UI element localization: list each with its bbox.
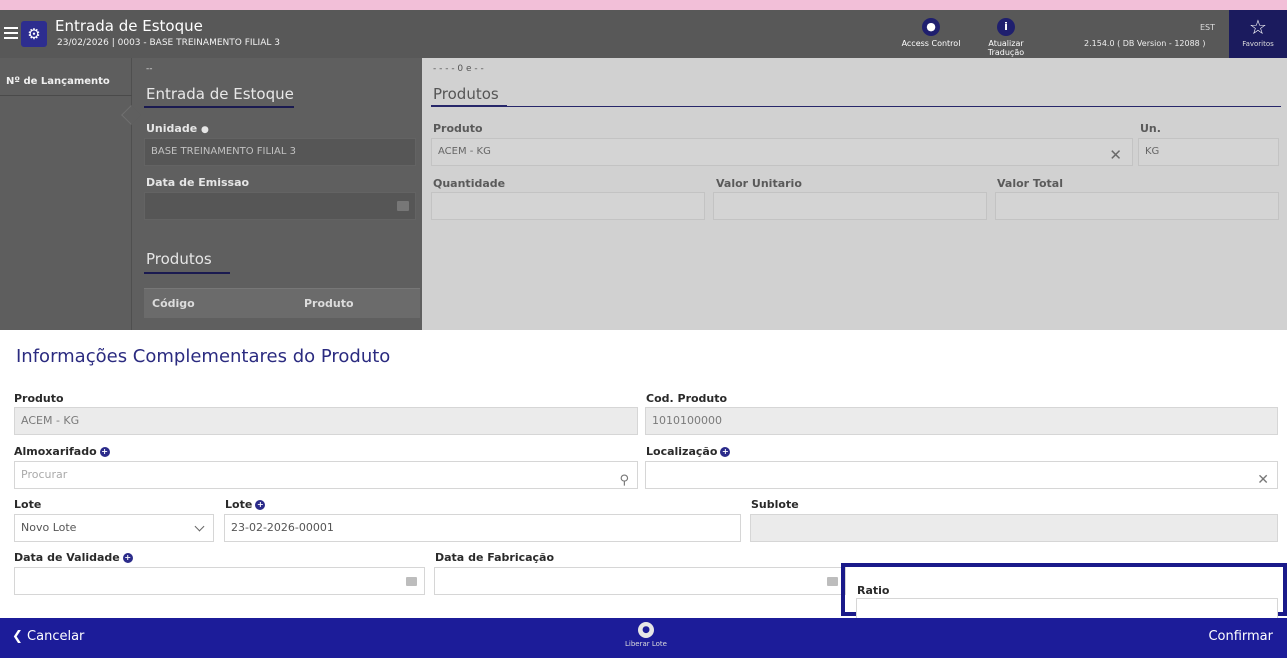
cancel-button[interactable]: ❮ Cancelar — [12, 629, 84, 644]
unidade-field[interactable]: BASE TREINAMENTO FILIAL 3 — [144, 138, 416, 166]
un-label: Un. — [1140, 122, 1161, 135]
almoxarifado-placeholder: Procurar — [21, 468, 68, 481]
app-header: ⚙ Entrada de Estoque 23/02/2026 | 0003 -… — [0, 10, 1287, 58]
almoxarifado-input[interactable]: Procurar ⚲ — [14, 461, 638, 489]
un-field[interactable]: KG — [1138, 138, 1279, 166]
chevron-down-icon — [194, 521, 205, 532]
calendar-icon[interactable] — [406, 577, 417, 586]
footer-bar: ❮ Cancelar ● Liberar Lote Confirmar — [0, 618, 1287, 658]
cod-produto-field[interactable]: 1010100000 — [645, 407, 1278, 435]
quantidade-field[interactable] — [431, 192, 705, 220]
cancel-label: Cancelar — [27, 629, 85, 644]
data-fabricacao-label: Data de Fabricação — [435, 551, 555, 564]
entrada-panel: -- Entrada de Estoque Unidade ● BASE TRE… — [121, 58, 422, 330]
search-icon[interactable]: ⚲ — [619, 468, 629, 494]
access-control-label: Access Control — [901, 39, 961, 48]
produto-column-header: Produto — [304, 297, 354, 310]
hamburger-menu-icon[interactable] — [4, 24, 18, 44]
produtos-dots: - - - - 0 e - - — [433, 64, 484, 74]
lancamento-header: Nº de Lançamento — [6, 76, 110, 87]
data-validade-label: Data de Validade + — [14, 551, 133, 564]
lote-select-value: Novo Lote — [21, 521, 77, 534]
liberar-lote-button[interactable]: ● Liberar Lote — [616, 622, 676, 648]
version-label: 2.154.0 ( DB Version - 12088 ) — [1084, 39, 1206, 48]
page-title: Entrada de Estoque — [55, 17, 203, 35]
info-produto-label: Produto — [14, 392, 64, 405]
favoritos-button[interactable]: ☆ Favoritos — [1229, 10, 1287, 58]
clear-icon[interactable]: ✕ — [1257, 467, 1269, 493]
info-title: Informações Complementares do Produto — [16, 346, 391, 367]
sublote-field[interactable] — [750, 514, 1278, 542]
produto-field[interactable]: ACEM - KG ✕ — [431, 138, 1133, 166]
almoxarifado-label: Almoxarifado + — [14, 445, 110, 458]
key-icon: ● — [638, 622, 654, 638]
star-icon: ☆ — [1249, 15, 1267, 39]
produtos-underline — [431, 106, 1281, 107]
calendar-icon[interactable] — [827, 577, 838, 586]
data-emissao-field[interactable] — [144, 192, 416, 220]
ratio-label: Ratio — [857, 584, 890, 597]
app-logo-icon: ⚙ — [21, 21, 47, 47]
confirm-button[interactable]: Confirmar — [1208, 629, 1273, 644]
plus-icon: + — [122, 553, 133, 563]
plus-icon: + — [99, 447, 110, 457]
lote-select[interactable]: Novo Lote — [14, 514, 214, 542]
entrada-produtos-title: Produtos — [146, 250, 212, 268]
background-content: Nº de Lançamento -- Entrada de Estoque U… — [0, 58, 1287, 330]
quantidade-label: Quantidade — [433, 177, 506, 190]
produto-value: ACEM - KG — [438, 146, 491, 157]
sublote-label: Sublote — [751, 498, 799, 511]
entrada-underline — [144, 106, 294, 108]
lote-input[interactable]: 23-02-2026-00001 — [224, 514, 741, 542]
entrada-produtos-underline — [144, 272, 230, 274]
access-control-button[interactable]: ● Access Control — [898, 18, 964, 48]
localizacao-label: Localização + — [646, 445, 731, 458]
atualizar-traducao-label: Atualizar Tradução — [987, 39, 1025, 57]
cod-produto-label: Cod. Produto — [646, 392, 728, 405]
clear-icon[interactable]: ✕ — [1109, 142, 1122, 168]
page-subtitle: 23/02/2026 | 0003 - BASE TREINAMENTO FIL… — [57, 38, 280, 48]
produtos-title: Produtos — [433, 85, 499, 103]
valor-unitario-label: Valor Unitario — [716, 177, 802, 190]
produtos-underline-active — [431, 105, 507, 107]
favoritos-label: Favoritos — [1242, 40, 1274, 48]
liberar-lote-label: Liberar Lote — [625, 640, 667, 648]
valor-unitario-field[interactable] — [713, 192, 987, 220]
entrada-dots: -- — [146, 64, 153, 74]
ratio-input[interactable] — [856, 598, 1278, 620]
top-accent-bar — [0, 0, 1287, 10]
info-produto-field[interactable]: ACEM - KG — [14, 407, 638, 435]
environment-label: EST — [1200, 23, 1216, 32]
atualizar-traducao-button[interactable]: i Atualizar Tradução — [972, 18, 1040, 57]
localizacao-input[interactable]: ✕ — [645, 461, 1278, 489]
lote-select-label: Lote — [14, 498, 42, 511]
produto-label: Produto — [433, 122, 483, 135]
data-fabricacao-input[interactable] — [434, 567, 846, 595]
data-validade-input[interactable] — [14, 567, 425, 595]
left-column: Nº de Lançamento — [0, 58, 132, 330]
calendar-icon — [397, 201, 409, 211]
unidade-label: Unidade ● — [146, 122, 209, 135]
left-divider — [0, 95, 132, 96]
info-icon: i — [997, 18, 1015, 36]
valor-total-label: Valor Total — [997, 177, 1063, 190]
valor-total-field[interactable] — [995, 192, 1279, 220]
lote-label: Lote + — [225, 498, 266, 511]
data-emissao-label: Data de Emissao — [146, 176, 250, 189]
chevron-left-icon: ❮ — [12, 629, 23, 644]
plus-icon: ● — [201, 125, 209, 135]
lock-icon: ● — [922, 18, 940, 36]
codigo-column-header: Código — [152, 297, 195, 310]
plus-icon: + — [720, 447, 731, 457]
plus-icon: + — [255, 500, 266, 510]
entrada-title: Entrada de Estoque — [146, 85, 294, 103]
entrada-table-header: Código Produto — [144, 288, 420, 318]
